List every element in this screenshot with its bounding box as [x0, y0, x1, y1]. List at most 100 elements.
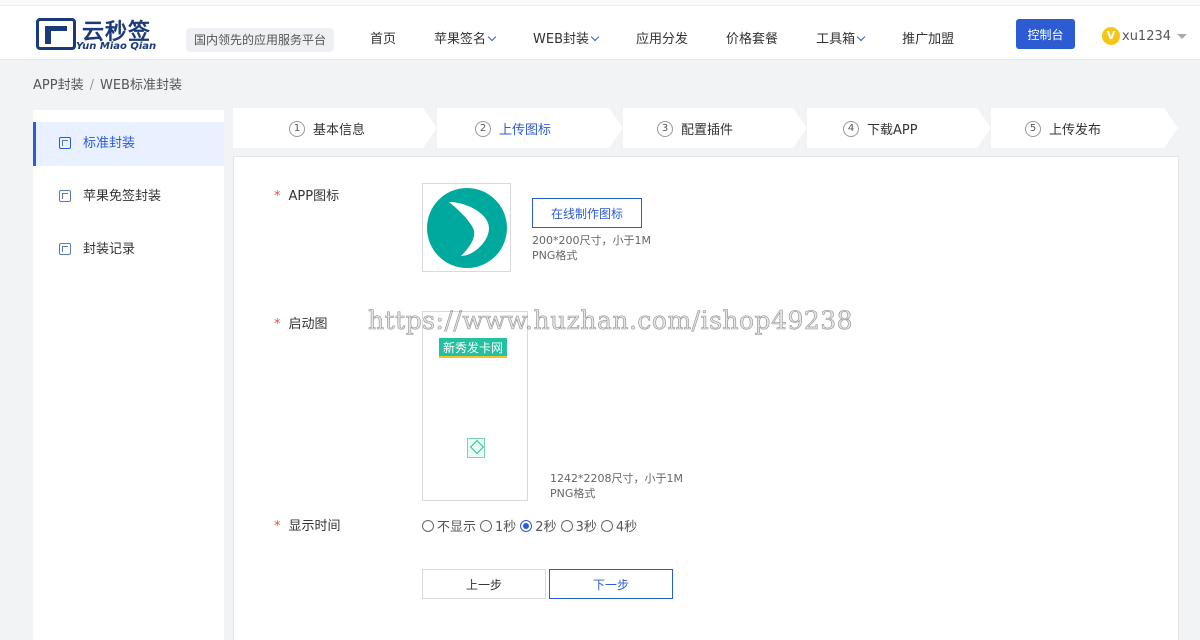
- radio-label: 3秒: [575, 520, 597, 535]
- display-time-radio-group: 不显示 1秒 2秒 3秒 4秒: [422, 516, 641, 535]
- radio-label: 2秒: [535, 520, 557, 535]
- step-label: 上传图标: [499, 123, 552, 138]
- step-config-plugins: 3 配置插件: [623, 108, 793, 148]
- display-time-label: * 显示时间: [274, 515, 341, 534]
- nav-label: 推广加盟: [902, 32, 955, 47]
- nav-label: 首页: [370, 32, 397, 47]
- splash-size-hint: 1242*2208尺寸，小于1M: [550, 472, 683, 485]
- step-number: 4: [843, 120, 859, 137]
- radio-option-none[interactable]: 不显示: [422, 516, 476, 535]
- console-button[interactable]: 控制台: [1016, 19, 1075, 49]
- step-number: 5: [1025, 120, 1041, 137]
- nav-label: 应用分发: [636, 32, 689, 47]
- radio-button[interactable]: [422, 519, 434, 532]
- breadcrumb-item-app-wrap[interactable]: APP封装: [33, 78, 84, 93]
- user-menu[interactable]: V xu1234: [1102, 27, 1188, 45]
- step-upload-icon: 2 上传图标: [437, 108, 609, 148]
- step-number: 1: [289, 120, 305, 137]
- nav-label: 价格套餐: [726, 32, 779, 47]
- sidebar-item-label: 苹果免签封装: [83, 189, 162, 204]
- chevron-down-icon: [590, 32, 600, 42]
- sidebar: 标准封装 苹果免签封装 封装记录: [33, 110, 224, 640]
- required-mark: *: [274, 317, 281, 332]
- cube-icon: [59, 243, 71, 255]
- radio-option-4s[interactable]: 4秒: [600, 516, 638, 535]
- nav-toolbox[interactable]: 工具箱: [816, 28, 866, 47]
- chevron-down-icon: [856, 32, 866, 42]
- username: xu1234: [1122, 28, 1172, 44]
- make-icon-online-button[interactable]: 在线制作图标: [532, 198, 642, 228]
- radio-button[interactable]: [560, 519, 573, 532]
- radio-label: 不显示: [437, 520, 477, 535]
- nav-web-wrap[interactable]: WEB封装: [533, 28, 600, 47]
- step-label: 下载APP: [867, 123, 918, 138]
- required-mark: *: [274, 189, 281, 204]
- splash-mini-logo-icon: [467, 438, 485, 458]
- app-icon-label-text: APP图标: [288, 189, 340, 204]
- breadcrumb-separator: /: [89, 78, 94, 93]
- step-number: 2: [475, 120, 491, 137]
- splash-hint: 1242*2208尺寸，小于1M PNG格式: [550, 471, 683, 501]
- cube-icon: [59, 190, 71, 202]
- step-progress: 1 基本信息 2 上传图标 3 配置插件 4 下载APP 5 上传发布: [233, 108, 1178, 148]
- logo-subtitle: Yun Miao Qian: [76, 41, 157, 52]
- site-header: 云秒签 Yun Miao Qian 国内领先的应用服务平台 首页 苹果签名 WE…: [0, 6, 1200, 60]
- radio-button[interactable]: [600, 519, 613, 532]
- chevron-down-icon: [487, 32, 497, 42]
- nav-app-distribution[interactable]: 应用分发: [636, 28, 688, 47]
- radio-button[interactable]: [480, 519, 493, 532]
- sidebar-item-wrap-records[interactable]: 封装记录: [33, 228, 224, 272]
- radio-option-3s[interactable]: 3秒: [560, 516, 597, 535]
- radio-label: 4秒: [615, 520, 638, 535]
- vip-badge-icon: V: [1102, 27, 1120, 45]
- radio-button-selected[interactable]: [520, 519, 533, 532]
- sidebar-item-label: 标准封装: [83, 136, 136, 151]
- breadcrumb-item-web-standard: WEB标准封装: [99, 78, 182, 93]
- app-icon-format-hint: PNG格式: [532, 249, 578, 262]
- splash-image-upload[interactable]: 新秀发卡网: [422, 311, 528, 501]
- nav-home[interactable]: 首页: [370, 28, 396, 47]
- step-divider: [423, 108, 437, 148]
- caret-down-icon: [1177, 33, 1188, 39]
- app-icon-upload[interactable]: [422, 183, 511, 272]
- app-logo-chevron-icon: [449, 202, 489, 256]
- step-number: 3: [657, 120, 673, 137]
- breadcrumb: APP封装 / WEB标准封装: [33, 74, 182, 93]
- app-icon-label: * APP图标: [274, 185, 339, 204]
- nav-label: WEB封装: [533, 32, 590, 47]
- radio-label: 1秒: [495, 520, 517, 535]
- site-logo[interactable]: 云秒签 Yun Miao Qian: [36, 16, 172, 54]
- app-icon-hint: 200*200尺寸，小于1M PNG格式: [532, 233, 651, 263]
- nav-label: 苹果签名: [434, 32, 487, 47]
- step-divider: [609, 108, 623, 148]
- step-label: 上传发布: [1049, 123, 1102, 138]
- radio-option-1s[interactable]: 1秒: [480, 516, 516, 535]
- splash-label: * 启动图: [274, 313, 328, 332]
- sidebar-item-standard-wrap[interactable]: 标准封装: [33, 122, 224, 166]
- radio-option-2s[interactable]: 2秒: [520, 516, 557, 535]
- sidebar-item-apple-free-wrap[interactable]: 苹果免签封装: [33, 175, 224, 219]
- splash-label-text: 启动图: [288, 317, 328, 332]
- next-step-button[interactable]: 下一步: [549, 569, 673, 599]
- nav-pricing[interactable]: 价格套餐: [726, 28, 778, 47]
- step-publish: 5 上传发布: [991, 108, 1164, 148]
- required-mark: *: [274, 519, 281, 534]
- app-logo-image: [427, 188, 507, 268]
- step-download-app: 4 下载APP: [807, 108, 977, 148]
- step-divider: [977, 108, 991, 148]
- nav-label: 工具箱: [816, 32, 856, 47]
- step-label: 配置插件: [681, 123, 734, 138]
- step-divider: [793, 108, 807, 148]
- step-label: 基本信息: [313, 123, 366, 138]
- step-basic-info: 1 基本信息: [233, 108, 423, 148]
- display-time-label-text: 显示时间: [288, 519, 341, 534]
- slogan-tag: 国内领先的应用服务平台: [186, 28, 335, 52]
- nav-affiliate[interactable]: 推广加盟: [902, 28, 954, 47]
- cube-icon: [59, 137, 71, 149]
- sidebar-item-label: 封装记录: [83, 242, 136, 257]
- prev-step-button[interactable]: 上一步: [422, 569, 546, 599]
- splash-format-hint: PNG格式: [550, 487, 596, 500]
- upload-form-panel: * APP图标 在线制作图标 200*200尺寸，小于1M PNG格式 * 启动图 …: [233, 156, 1179, 640]
- nav-apple-sign[interactable]: 苹果签名: [434, 28, 497, 47]
- splash-badge: 新秀发卡网: [439, 338, 508, 358]
